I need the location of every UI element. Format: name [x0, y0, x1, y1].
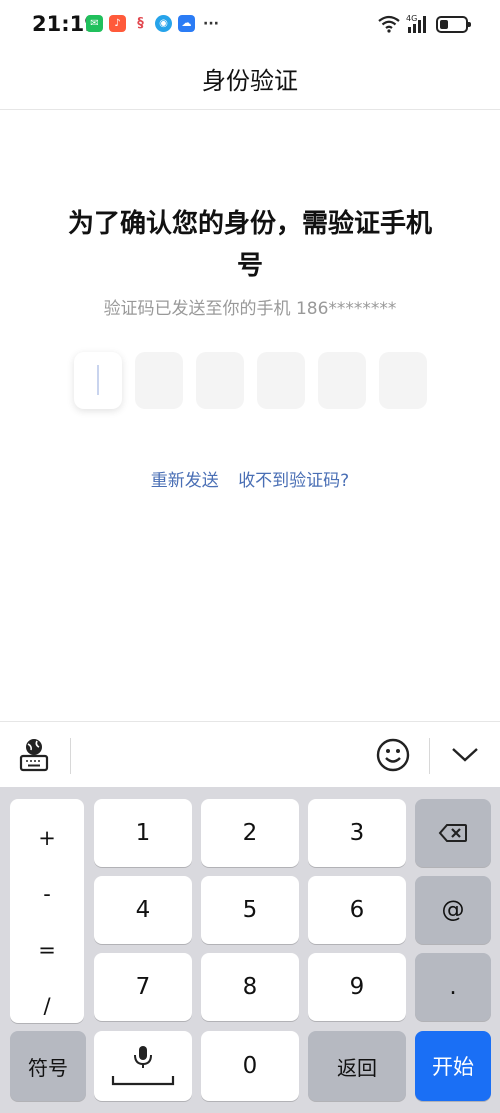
key-2[interactable]: 2 — [201, 799, 299, 867]
cell-signal-icon: 4G — [406, 14, 426, 33]
minus-key[interactable]: - — [10, 882, 84, 906]
title-bar: 身份验证 — [0, 52, 500, 110]
equals-key[interactable]: = — [10, 938, 84, 962]
symbols-key[interactable]: 符号 — [10, 1031, 86, 1101]
key-3[interactable]: 3 — [308, 799, 406, 867]
microphone-icon — [111, 1046, 175, 1086]
network-type-label: 4G — [406, 14, 417, 23]
status-bar: 21:19 ✉ ♪ § ◉ ☁ ··· 4G — [0, 0, 500, 52]
smile-icon[interactable] — [376, 738, 410, 772]
battery-icon — [436, 15, 471, 33]
globe-keyboard-icon[interactable] — [18, 736, 50, 772]
subtitle: 验证码已发送至你的手机 186******** — [103, 299, 397, 319]
space-mic-key[interactable] — [94, 1031, 192, 1101]
key-5[interactable]: 5 — [201, 876, 299, 944]
plus-key[interactable]: + — [10, 826, 84, 850]
key-4[interactable]: 4 — [94, 876, 192, 944]
app-icon: § — [132, 15, 149, 32]
system-icons: 4G — [378, 14, 471, 34]
slash-key[interactable]: / — [10, 994, 84, 1018]
code-box[interactable] — [135, 352, 183, 409]
key-1[interactable]: 1 — [94, 799, 192, 867]
key-9[interactable]: 9 — [308, 953, 406, 1021]
cloud-icon: ☁ — [178, 15, 195, 32]
wifi-icon — [378, 15, 400, 33]
dot-key[interactable]: . — [415, 953, 491, 1021]
notification-icons: ✉ ♪ § ◉ ☁ ··· — [86, 15, 221, 32]
verification-code-input[interactable] — [74, 352, 427, 409]
key-8[interactable]: 8 — [201, 953, 299, 1021]
page-title: 身份验证 — [202, 67, 298, 95]
backspace-icon — [438, 824, 467, 842]
browser-icon: ◉ — [155, 15, 172, 32]
toolbar-divider — [70, 738, 71, 774]
not-received-link[interactable]: 收不到验证码? — [238, 471, 349, 491]
at-key[interactable]: @ — [415, 876, 491, 944]
key-6[interactable]: 6 — [308, 876, 406, 944]
code-box[interactable] — [379, 352, 427, 409]
chevron-down-icon[interactable] — [450, 744, 480, 766]
back-key[interactable]: 返回 — [308, 1031, 406, 1101]
links-row: 重新发送 收不到验证码? — [0, 466, 500, 491]
backspace-key[interactable] — [415, 799, 491, 867]
symbol-column[interactable]: + - = / — [10, 799, 84, 1023]
code-box[interactable] — [74, 352, 122, 409]
headline: 为了确认您的身份，需验证手机号 — [67, 209, 432, 281]
code-box[interactable] — [318, 352, 366, 409]
more-notifications-icon: ··· — [203, 15, 219, 32]
code-box[interactable] — [257, 352, 305, 409]
wechat-icon: ✉ — [86, 15, 103, 32]
code-box[interactable] — [196, 352, 244, 409]
key-7[interactable]: 7 — [94, 953, 192, 1021]
key-0[interactable]: 0 — [201, 1031, 299, 1101]
text-caret — [97, 365, 99, 395]
numeric-keyboard: + - = / 1 2 3 4 5 6 @ 7 8 9 . 符号 0 返回 开始 — [0, 787, 500, 1113]
ting-icon: ♪ — [109, 15, 126, 32]
start-key[interactable]: 开始 — [415, 1031, 491, 1101]
resend-link[interactable]: 重新发送 — [151, 471, 219, 491]
keyboard-toolbar — [0, 721, 500, 787]
toolbar-divider — [429, 738, 430, 774]
